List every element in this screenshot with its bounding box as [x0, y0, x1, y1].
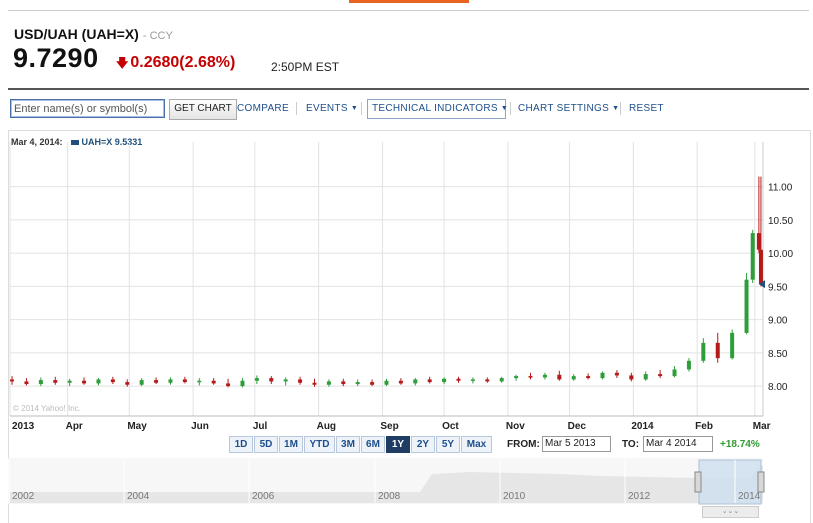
- x-tick-label: Nov: [506, 421, 525, 432]
- x-tick-label: Feb: [695, 421, 713, 432]
- candle-body: [211, 380, 216, 384]
- candle-body: [298, 379, 303, 383]
- candle-body: [715, 342, 720, 359]
- candle-body: [756, 233, 761, 250]
- candle-body: [370, 382, 375, 385]
- candle-body: [442, 378, 447, 383]
- candle-body: [82, 380, 87, 384]
- candle-body: [24, 381, 29, 385]
- candle-body: [269, 378, 274, 382]
- candle-body: [571, 376, 576, 380]
- navigator-scroll-handle[interactable]: ⌄⌄⌄: [702, 506, 759, 518]
- copyright-watermark: © 2014 Yahoo! Inc.: [13, 404, 81, 413]
- candle-body: [686, 360, 691, 370]
- candle-body: [744, 279, 749, 333]
- candle-body: [499, 378, 504, 382]
- candle-body: [240, 380, 245, 387]
- candle-body: [672, 369, 677, 377]
- x-tick-label: Jul: [253, 421, 268, 432]
- to-label: TO:: [622, 439, 640, 450]
- candle-body: [53, 380, 58, 383]
- candle-body: [341, 381, 346, 385]
- candle-body: [750, 233, 755, 280]
- x-tick-label: May: [127, 421, 147, 432]
- y-tick-label: 9.00: [768, 316, 788, 327]
- range-button-1y[interactable]: 1Y: [386, 436, 410, 453]
- candle-body: [182, 379, 187, 383]
- range-button-max[interactable]: Max: [461, 436, 492, 453]
- candle-body: [701, 342, 706, 361]
- y-tick-label: 11.00: [768, 183, 793, 194]
- candle-body: [96, 379, 101, 384]
- candle-body: [600, 372, 605, 379]
- candle-body: [470, 379, 475, 381]
- range-button-2y[interactable]: 2Y: [411, 436, 435, 453]
- candle-body: [168, 379, 173, 383]
- candle-body: [154, 380, 159, 383]
- candle-body: [226, 383, 231, 387]
- x-tick-label: Jun: [191, 421, 209, 432]
- candle-body: [643, 374, 648, 380]
- x-tick-label: Aug: [317, 421, 336, 432]
- candle-body: [197, 380, 202, 383]
- candle-body: [485, 379, 490, 382]
- candle-body: [355, 382, 360, 385]
- x-tick-label: Oct: [442, 421, 459, 432]
- range-button-5y[interactable]: 5Y: [436, 436, 460, 453]
- candle-body: [110, 379, 115, 383]
- from-label: FROM:: [507, 439, 540, 450]
- x-tick-label: Mar: [753, 421, 771, 432]
- x-tick-label: Sep: [380, 421, 398, 432]
- candle-body: [10, 379, 15, 382]
- candle-body: [139, 380, 144, 385]
- to-date-input[interactable]: Mar 4 2014: [643, 436, 713, 452]
- x-tick-label: 2013: [12, 421, 35, 432]
- candle-body: [326, 381, 331, 385]
- candle-body: [125, 382, 130, 385]
- candle-body: [730, 332, 735, 359]
- candle-body: [557, 374, 562, 380]
- y-tick-label: 8.50: [768, 349, 788, 360]
- range-button-3m[interactable]: 3M: [336, 436, 360, 453]
- candle-body: [283, 379, 288, 382]
- candle-body: [514, 376, 519, 379]
- range-button-5d[interactable]: 5D: [254, 436, 278, 453]
- x-tick-label: Dec: [568, 421, 587, 432]
- range-button-1d[interactable]: 1D: [229, 436, 253, 453]
- y-tick-label: 9.50: [768, 282, 788, 293]
- candle-body: [586, 376, 591, 379]
- candle-body: [528, 376, 533, 378]
- candle-body: [413, 379, 418, 384]
- y-tick-label: 10.50: [768, 216, 793, 227]
- candle-body: [384, 380, 389, 385]
- candle-body: [456, 378, 461, 381]
- navigator-strip: [8, 458, 763, 504]
- candle-body: [629, 375, 634, 380]
- x-tick-label: 2014: [631, 421, 654, 432]
- candle-body: [312, 382, 317, 385]
- candle-body: [758, 249, 763, 285]
- candle-body: [542, 374, 547, 378]
- candle-body: [658, 374, 663, 377]
- period-change: +18.74%: [720, 439, 760, 450]
- range-button-ytd[interactable]: YTD: [304, 436, 335, 453]
- candle-body: [254, 378, 259, 381]
- y-tick-label: 8.00: [768, 382, 788, 393]
- y-tick-label: 10.00: [768, 249, 793, 260]
- range-button-6m[interactable]: 6M: [361, 436, 385, 453]
- candle-body: [614, 372, 619, 376]
- range-button-1m[interactable]: 1M: [279, 436, 303, 453]
- candle-body: [398, 380, 403, 384]
- candle-body: [427, 379, 432, 383]
- from-date-input[interactable]: Mar 5 2013: [542, 436, 611, 452]
- x-tick-label: Apr: [66, 421, 83, 432]
- candle-body: [38, 380, 43, 385]
- candle-body: [67, 380, 72, 383]
